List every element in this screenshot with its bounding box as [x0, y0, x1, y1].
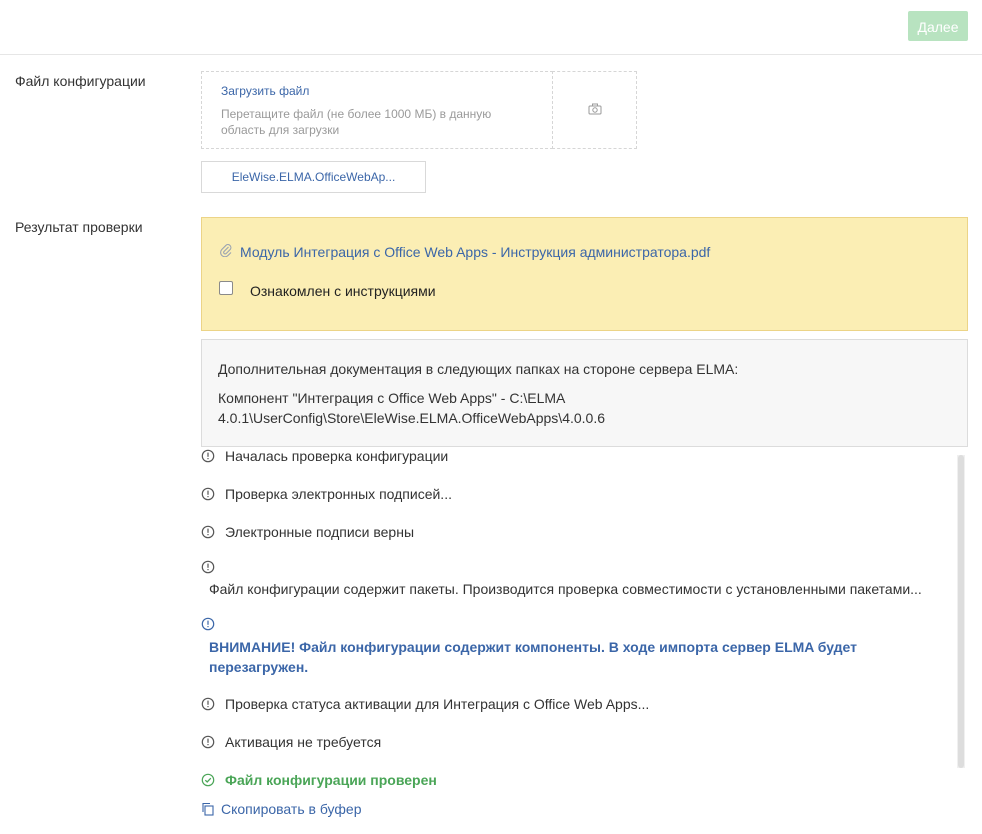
camera-button[interactable] — [552, 71, 637, 149]
additional-docs-heading: Дополнительная документация в следующих … — [218, 361, 739, 377]
check-circle-icon — [201, 773, 215, 787]
log-text: Проверка электронных подписей... — [225, 486, 452, 502]
log-text: Электронные подписи верны — [225, 524, 415, 540]
log-item-alert — [201, 617, 215, 631]
info-circle-icon — [201, 735, 215, 749]
uploaded-file-chip[interactable]: EleWise.ELMA.OfficeWebAp... — [201, 161, 426, 193]
alert-text: ВНИМАНИЕ! Файл конфигурации содержит ком… — [209, 639, 858, 675]
config-file-label: Файл конфигурации — [15, 73, 146, 89]
instruction-doc-link-text[interactable]: Модуль Интеграция с Office Web Apps - Ин… — [240, 244, 710, 260]
check-result-label: Результат проверки — [15, 219, 143, 235]
camera-icon — [588, 102, 602, 118]
acknowledge-checkbox[interactable] — [219, 281, 233, 295]
info-circle-icon — [201, 487, 215, 501]
copy-icon — [201, 802, 215, 816]
log-text: Активация не требуется — [225, 734, 382, 750]
log-item: Проверка статуса активации для Интеграци… — [201, 696, 649, 712]
info-circle-icon — [201, 560, 215, 574]
alert-circle-icon — [201, 617, 215, 631]
next-button[interactable]: Далее — [908, 11, 968, 41]
log-text: Проверка статуса активации для Интеграци… — [225, 696, 650, 712]
additional-docs-box: Дополнительная документация в следующих … — [201, 339, 968, 447]
success-text: Файл конфигурации проверен — [225, 772, 437, 788]
file-drop-zone[interactable]: Загрузить файл Перетащите файл (не более… — [201, 71, 553, 149]
log-item: Началась проверка конфигурации — [201, 448, 448, 464]
log-item: Электронные подписи верны — [201, 524, 414, 540]
copy-to-clipboard-link[interactable]: Скопировать в буфер — [201, 801, 361, 817]
config-verified-status: Файл конфигурации проверен — [201, 772, 437, 788]
log-scrollbar-thumb[interactable] — [958, 455, 964, 768]
paperclip-icon — [220, 243, 232, 260]
instruction-doc-link[interactable]: Модуль Интеграция с Office Web Apps - Ин… — [220, 243, 710, 260]
info-circle-icon — [201, 525, 215, 539]
log-item: Проверка электронных подписей... — [201, 486, 452, 502]
log-item: Активация не требуется — [201, 734, 381, 750]
info-circle-icon — [201, 697, 215, 711]
log-item — [201, 560, 215, 574]
additional-docs-path: Компонент "Интеграция с Office Web Apps"… — [218, 390, 606, 426]
upload-file-link[interactable]: Загрузить файл — [221, 84, 309, 98]
instruction-warning-box: Модуль Интеграция с Office Web Apps - Ин… — [201, 217, 968, 331]
acknowledge-checkbox-label[interactable]: Ознакомлен с инструкциями — [250, 283, 436, 299]
info-circle-icon — [201, 449, 215, 463]
header-divider — [0, 54, 982, 55]
log-text: Началась проверка конфигурации — [225, 448, 449, 464]
copy-link-text[interactable]: Скопировать в буфер — [221, 801, 361, 817]
upload-hint: Перетащите файл (не более 1000 МБ) в дан… — [221, 107, 492, 137]
log-text: Файл конфигурации содержит пакеты. Произ… — [209, 581, 922, 597]
